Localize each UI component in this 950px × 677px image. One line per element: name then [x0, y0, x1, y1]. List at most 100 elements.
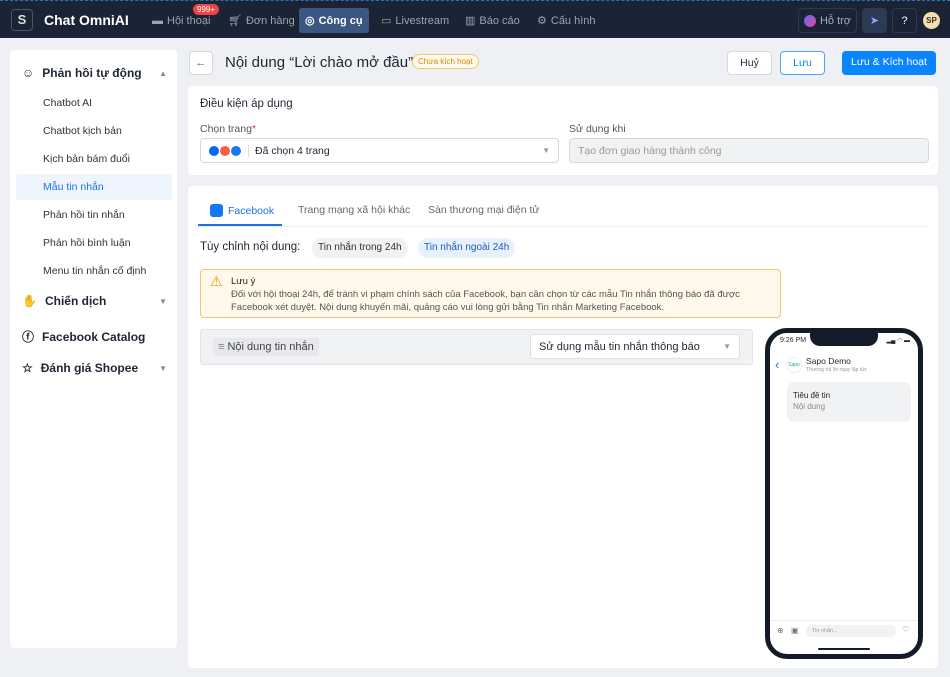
sidebar-item-message-reply[interactable]: Phản hồi tin nhắn — [16, 202, 172, 228]
nav-label: Hội thoại — [167, 14, 211, 27]
required-mark: * — [251, 123, 257, 135]
label-text: Chọn trang — [200, 123, 252, 135]
home-indicator — [818, 648, 870, 650]
page-label: Chọn trang* — [200, 123, 256, 135]
zalo-icon — [209, 145, 219, 156]
catalog-icon: ⓕ — [22, 330, 35, 344]
status-icons: ▂▄ ◠ ▬ — [886, 338, 910, 344]
save-activate-button[interactable]: Lưu & Kích hoạt — [842, 51, 936, 75]
nav-label: Báo cáo — [479, 14, 520, 27]
unread-badge: 999+ — [193, 4, 220, 15]
tab-facebook[interactable]: Facebook — [210, 204, 274, 217]
sidebar-item-chatbot-ai[interactable]: Chatbot AI — [16, 90, 172, 116]
message-body: Nội dung — [793, 402, 826, 411]
nav-label: Đơn hàng — [245, 14, 295, 27]
sidebar-group-catalog[interactable]: ⓕ Facebook Catalog — [22, 328, 167, 345]
save-button[interactable]: Lưu — [780, 51, 825, 75]
select-value: Đã chọn 4 trang — [255, 144, 330, 157]
conditions-card: Điều kiện áp dụng Chọn trang* Đã chọn 4 … — [188, 86, 938, 175]
warning-icon: ⚠ — [210, 273, 223, 289]
bot-icon: ☺ — [22, 66, 35, 80]
facebook-icon — [210, 204, 223, 217]
tools-icon: ◎ — [305, 15, 315, 27]
heart-icon: ♡ — [902, 625, 910, 634]
group-label: Phản hồi tự động — [42, 66, 142, 80]
group-label: Đánh giá Shopee — [40, 361, 139, 375]
video-icon: ▭ — [381, 15, 392, 27]
help-icon: ? — [901, 14, 908, 27]
tab-label: Facebook — [228, 204, 275, 217]
page-avatar: Sapo — [786, 357, 802, 373]
nav-livestream[interactable]: ▭ Livestream — [375, 8, 455, 33]
page-select[interactable]: Đã chọn 4 trang ▼ — [200, 138, 559, 163]
label-text: Nội dung tin nhắn — [227, 341, 314, 353]
chevron-left-icon[interactable]: ‹ — [775, 357, 779, 372]
page-subtitle: Thường trả lời ngay lập tức — [806, 367, 868, 373]
sidebar-item-chatbot-script[interactable]: Chatbot kịch bản — [16, 118, 172, 144]
warning-banner: ⚠ Lưu ý Đối với hội thoại 24h, để tránh … — [200, 269, 781, 318]
sidebar-item-message-template[interactable]: Mẫu tin nhắn — [16, 174, 172, 200]
message-title: Tiêu đề tin — [793, 391, 831, 400]
caret-down-icon: ▼ — [723, 342, 731, 351]
when-label: Sử dụng khi — [569, 123, 626, 135]
page-title: Nội dung “Lời chào mở đầu” — [225, 54, 414, 71]
tab-ecommerce[interactable]: Sàn thương mại điện tử — [428, 204, 539, 216]
chip-outside-24h[interactable]: Tin nhắn ngoài 24h — [418, 238, 516, 258]
template-type-select[interactable]: Sử dụng mẫu tin nhắn thông báo ▼ — [530, 334, 740, 359]
message-bubble: Tiêu đề tin Nội dung — [787, 382, 911, 422]
nav-label: Cấu hình — [550, 14, 596, 27]
content-row: ≡ Nội dung tin nhắn Sử dụng mẫu tin nhắn… — [200, 329, 753, 365]
content-label: ≡ Nội dung tin nhắn — [213, 338, 319, 356]
warning-text: Đối với hội thoại 24h, để tránh vi phạm … — [231, 289, 740, 313]
megaphone-icon: ✋ — [22, 294, 37, 308]
group-label: Facebook Catalog — [42, 329, 146, 344]
cart-icon: 🛒︎ — [228, 15, 242, 27]
facebook-icon — [231, 145, 241, 156]
sidebar-item-comment-reply[interactable]: Phản hồi bình luận — [16, 230, 172, 256]
sidebar-group-auto-reply[interactable]: ☺ Phản hồi tự động ▲ — [22, 66, 167, 80]
megaphone-icon: ➤ — [869, 15, 880, 27]
phone-preview: 9:26 PM ▂▄ ◠ ▬ ‹ Sapo Sapo Demo Thường t… — [765, 328, 923, 659]
image-icon: ▣ — [791, 626, 799, 635]
cancel-button[interactable]: Huỷ — [727, 51, 772, 75]
nav-label: Công cụ — [318, 14, 363, 27]
messenger-icon — [803, 14, 816, 27]
announcement-button[interactable]: ➤ — [862, 8, 887, 33]
support-button[interactable]: Hỗ trợ — [798, 8, 857, 33]
divider — [248, 144, 249, 157]
tab-other-social[interactable]: Trang mạng xã hội khác — [298, 204, 410, 216]
chip-within-24h[interactable]: Tin nhắn trong 24h — [312, 238, 408, 258]
back-button[interactable]: ← — [189, 51, 213, 75]
arrow-left-icon: ← — [195, 57, 207, 69]
status-badge: Chưa kích hoạt — [412, 54, 479, 69]
section-title: Điều kiện áp dụng — [200, 98, 293, 110]
nav-settings[interactable]: ⚙ Cấu hình — [531, 8, 602, 33]
sidebar-group-campaign[interactable]: ✋ Chiến dịch ▼ — [22, 294, 167, 308]
help-button[interactable]: ? — [892, 8, 917, 33]
page-name: Sapo Demo — [806, 356, 851, 366]
warning-title: Lưu ý — [231, 276, 256, 287]
tab-divider — [198, 226, 928, 227]
phone-notch — [810, 333, 878, 346]
sidebar-item-follow-script[interactable]: Kịch bản bám đuổi — [16, 146, 172, 172]
support-label: Hỗ trợ — [819, 14, 852, 27]
sidebar-item-fixed-menu[interactable]: Menu tin nhắn cố định — [16, 258, 172, 284]
sidebar-group-shopee-review[interactable]: ☆ Đánh giá Shopee ▼ — [22, 361, 167, 375]
nav-tools[interactable]: ◎ Công cụ — [299, 8, 369, 33]
nav-orders[interactable]: 🛒︎ Đơn hàng — [222, 8, 301, 33]
nav-reports[interactable]: ▥ Báo cáo — [459, 8, 526, 33]
star-icon: ☆ — [22, 361, 33, 375]
message-input: Tin nhắn... — [806, 625, 896, 637]
chevron-up-icon: ▲ — [159, 68, 167, 78]
caret-down-icon: ▼ — [542, 146, 550, 155]
app-logo[interactable]: S — [11, 9, 33, 31]
nav-label: Livestream — [395, 14, 450, 27]
composer-divider — [770, 620, 918, 621]
chat-icon: ▬ — [152, 14, 163, 27]
gear-icon: ⚙ — [537, 15, 547, 27]
avatar[interactable]: SP — [923, 12, 940, 29]
customize-label: Tùy chỉnh nội dung: — [200, 241, 301, 253]
top-bar: S Chat OmniAI ▬ Hội thoại 999+ 🛒︎ Đơn hàng… — [0, 0, 950, 38]
sidebar: ☺ Phản hồi tự động ▲ Chatbot AI Chatbot kị… — [10, 50, 177, 648]
brand-name: Chat OmniAI — [44, 12, 129, 28]
